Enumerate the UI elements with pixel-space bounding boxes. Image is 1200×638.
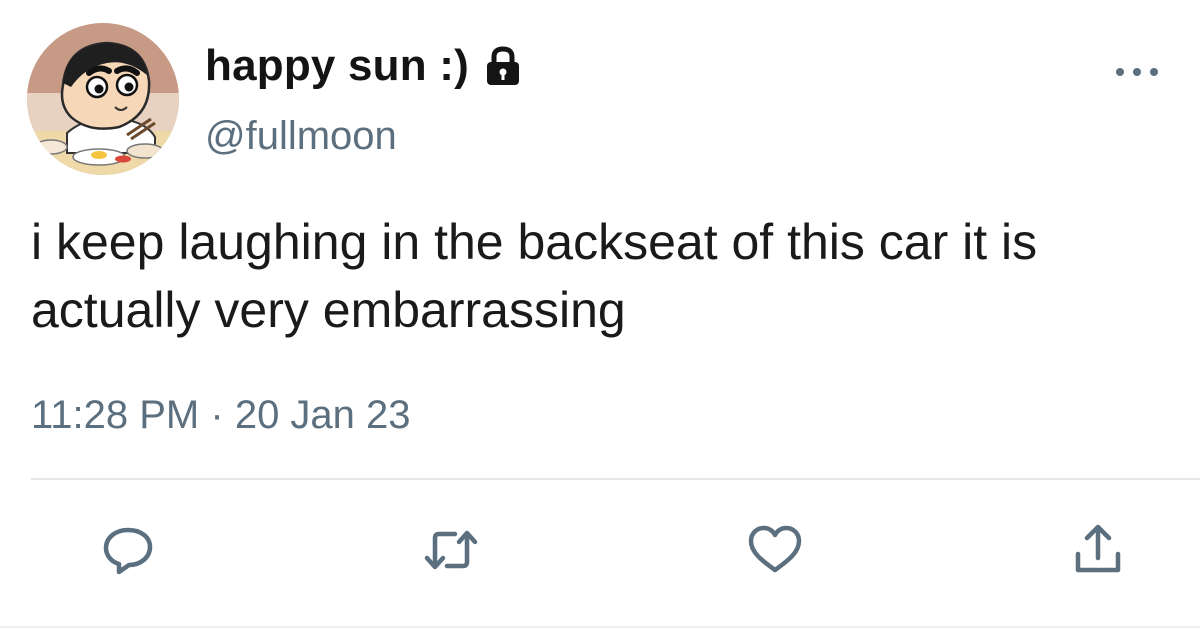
avatar[interactable] xyxy=(27,23,179,175)
share-button[interactable] xyxy=(1068,520,1128,580)
timestamp-separator: · xyxy=(210,393,224,437)
retweet-icon xyxy=(424,530,478,570)
display-name-row: happy sun :) xyxy=(205,38,523,94)
lock-icon xyxy=(483,44,523,88)
reply-button[interactable] xyxy=(98,520,158,580)
display-name[interactable]: happy sun :) xyxy=(205,41,469,91)
tweet-time: 11:28 PM xyxy=(31,393,200,437)
share-icon xyxy=(1075,524,1121,573)
tweet-text: i keep laughing in the backseat of this … xyxy=(31,214,1038,338)
avatar-image xyxy=(27,23,179,175)
tweet-timestamp[interactable]: 11:28 PM · 20 Jan 23 xyxy=(31,393,411,438)
heart-icon xyxy=(748,525,802,573)
reply-icon xyxy=(103,527,153,575)
more-options-icon[interactable] xyxy=(1112,62,1162,82)
retweet-button[interactable] xyxy=(421,520,481,580)
divider xyxy=(31,478,1200,480)
tweet-card: happy sun :) @fullmoon i keep laughing i… xyxy=(0,0,1200,638)
like-button[interactable] xyxy=(745,520,805,580)
user-handle[interactable]: @fullmoon xyxy=(205,114,397,159)
tweet-date: 20 Jan 23 xyxy=(234,393,411,437)
bottom-divider xyxy=(0,626,1200,628)
